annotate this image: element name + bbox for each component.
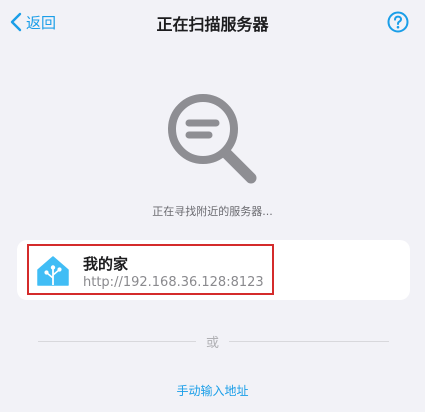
server-list-item[interactable]: 我的家 http://192.168.36.128:8123 [27, 244, 274, 295]
question-circle-icon [387, 11, 409, 33]
server-url: http://192.168.36.128:8123 [83, 275, 264, 290]
help-button[interactable] [387, 11, 409, 33]
scan-status-text: 正在寻找附近的服务器... [152, 205, 273, 218]
or-label: 或 [205, 336, 219, 351]
magnifier-icon [163, 92, 263, 192]
manual-entry-link[interactable]: 手动输入地址 [0, 382, 425, 399]
navigation-bar: 返回 正在扫描服务器 [0, 0, 425, 44]
divider-left [38, 341, 196, 342]
server-name: 我的家 [83, 255, 129, 273]
home-assistant-logo-icon [37, 256, 69, 286]
divider-right [229, 341, 389, 342]
page-title: 正在扫描服务器 [156, 15, 269, 34]
